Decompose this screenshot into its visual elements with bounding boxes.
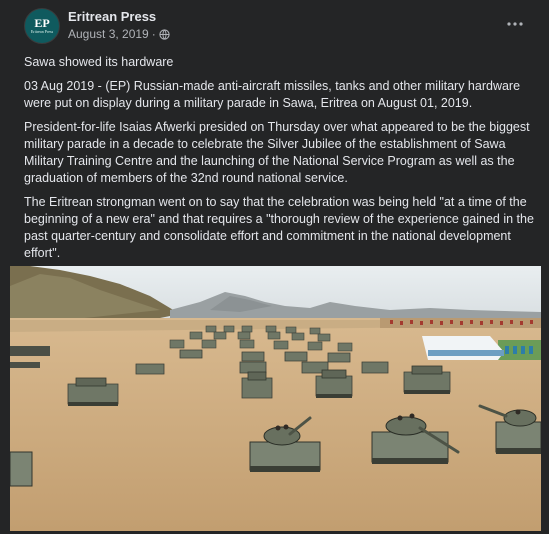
more-options-button[interactable] [501,12,529,36]
more-horizontal-icon [507,22,523,26]
post-text: Sawa showed its hardware 03 Aug 2019 - (… [24,54,534,269]
post-paragraph: President-for-life Isaias Afwerki presid… [24,120,530,185]
page-name[interactable]: Eritrean Press [68,9,156,24]
avatar[interactable]: EP Eritrean Press [24,8,60,44]
globe-icon [159,28,170,40]
avatar-monogram: EP [34,16,50,30]
meta-separator: · [151,27,156,41]
avatar-subtext: Eritrean Press [30,29,54,34]
post-header: EP Eritrean Press Eritrean Press August … [24,8,533,48]
post-paragraph: The Eritrean strongman went on to say th… [24,195,534,260]
post-meta: August 3, 2019 · [68,27,170,41]
post-card: EP Eritrean Press Eritrean Press August … [0,0,549,534]
post-date[interactable]: August 3, 2019 [68,27,149,41]
post-paragraph: 03 Aug 2019 - (EP) Russian-made anti-air… [24,79,521,110]
post-headline: Sawa showed its hardware [24,55,174,69]
post-photo[interactable] [10,266,541,531]
parade-photo-illustration [10,266,541,531]
